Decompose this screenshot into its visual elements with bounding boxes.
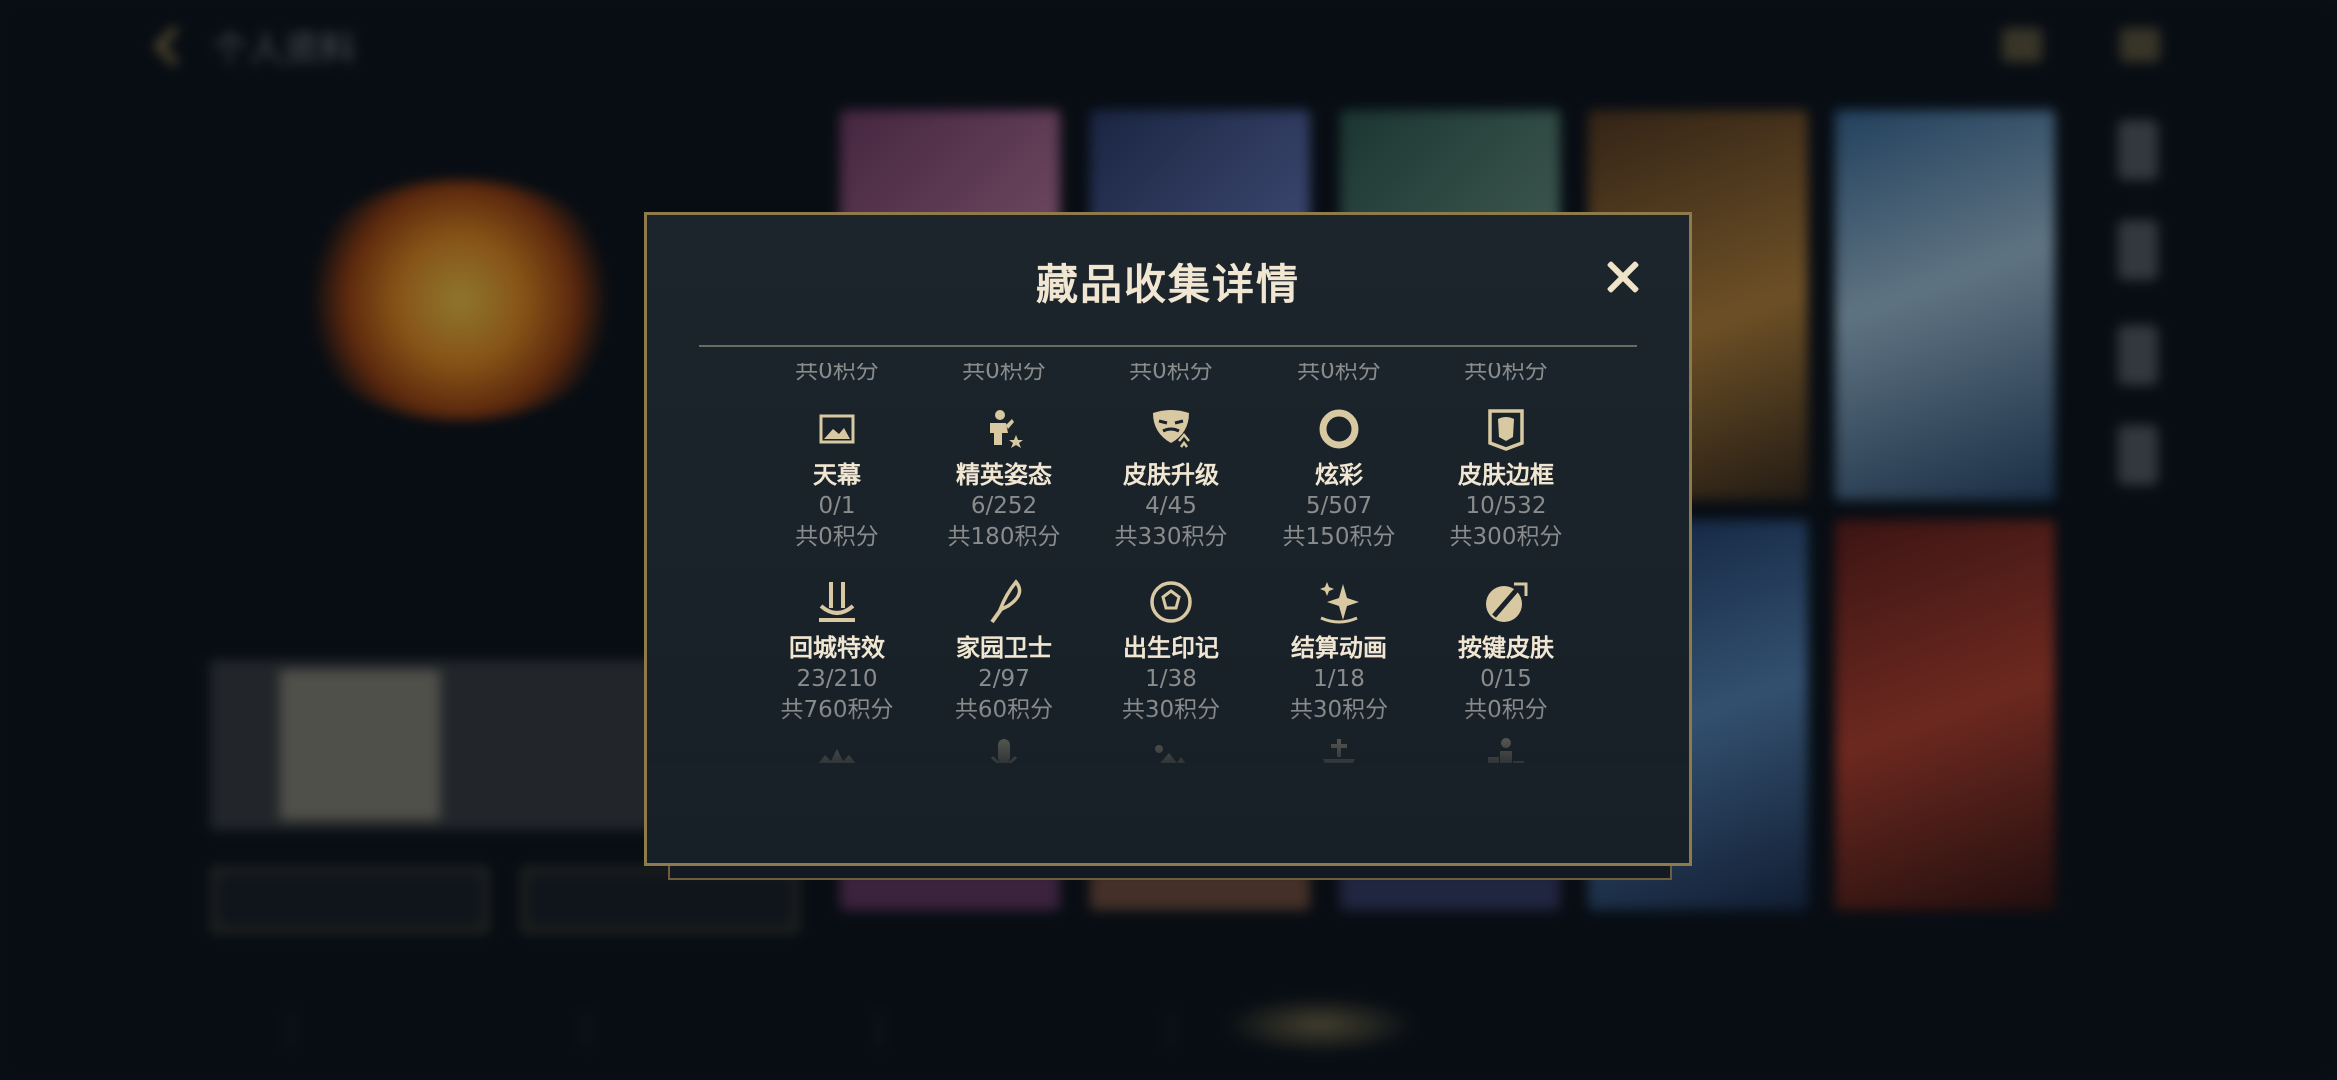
item-points: 共0积分 — [795, 524, 879, 550]
item-count: 0/1 — [818, 493, 856, 519]
collection-item[interactable]: 家园卫士 2/97 共60积分 — [920, 576, 1088, 726]
collection-item[interactable]: 皮肤升级 4/45 共330积分 — [1087, 403, 1255, 553]
item-count: 10/532 — [1465, 493, 1547, 519]
ring-icon — [1313, 403, 1365, 455]
item-points: 共760积分 — [780, 697, 894, 723]
microphone-icon[interactable] — [920, 735, 1088, 763]
mask-upgrade-icon — [1145, 403, 1197, 455]
item-name: 回城特效 — [789, 634, 885, 662]
quill-icon — [978, 576, 1030, 628]
item-name: 按键皮肤 — [1458, 634, 1554, 662]
item-name: 出生印记 — [1123, 634, 1219, 662]
item-points: 共180积分 — [947, 524, 1061, 550]
collection-item[interactable]: 精英姿态 6/252 共180积分 — [920, 403, 1088, 553]
item-count: 5/507 — [1305, 493, 1373, 519]
item-name: 家园卫士 — [956, 634, 1052, 662]
item-count: 0/15 — [1480, 666, 1532, 692]
item-name: 天幕 — [813, 461, 861, 489]
modal-bottom-ledge — [668, 866, 1672, 880]
item-count: 23/210 — [796, 666, 878, 692]
item-points: 共330积分 — [1114, 524, 1228, 550]
pedestal-icon[interactable] — [1255, 735, 1423, 763]
recall-effect-icon — [811, 576, 863, 628]
birth-mark-icon — [1145, 576, 1197, 628]
row-points-cut: 共0积分 — [1297, 363, 1381, 384]
row-points-cut: 共0积分 — [962, 363, 1046, 384]
collection-details-modal: 藏品收集详情 共0积分 共0积分 共0积分 共0积分 共0积分 天幕 0/1 共… — [644, 212, 1692, 866]
item-count: 4/45 — [1145, 493, 1197, 519]
portrait-frame-icon — [1480, 403, 1532, 455]
collection-grid[interactable]: 共0积分 共0积分 共0积分 共0积分 共0积分 天幕 0/1 共0积分 精英姿… — [647, 363, 1689, 763]
item-name: 炫彩 — [1315, 461, 1363, 489]
landscape-icon[interactable] — [1087, 735, 1255, 763]
collection-item[interactable]: 按键皮肤 0/15 共0积分 — [1422, 576, 1590, 726]
row-points-cut: 共0积分 — [1464, 363, 1548, 384]
collection-item[interactable]: 结算动画 1/18 共30积分 — [1255, 576, 1423, 726]
item-points: 共300积分 — [1449, 524, 1563, 550]
sparkle-icon — [1313, 576, 1365, 628]
item-points: 共60积分 — [954, 697, 1054, 723]
item-name: 结算动画 — [1291, 634, 1387, 662]
collection-item[interactable]: 出生印记 1/38 共30积分 — [1087, 576, 1255, 726]
elite-pose-icon — [978, 403, 1030, 455]
item-count: 1/18 — [1313, 666, 1365, 692]
item-points: 共30积分 — [1289, 697, 1389, 723]
sword-badge-icon — [1480, 576, 1532, 628]
item-name: 精英姿态 — [956, 461, 1052, 489]
image-frame-icon — [811, 403, 863, 455]
close-icon[interactable] — [1603, 257, 1643, 297]
item-count: 1/38 — [1145, 666, 1197, 692]
row-points-cut: 共0积分 — [795, 363, 879, 384]
collection-item[interactable]: 回城特效 23/210 共760积分 — [753, 576, 921, 726]
modal-title: 藏品收集详情 — [1035, 260, 1300, 309]
item-count: 2/97 — [978, 666, 1030, 692]
collection-item[interactable]: 炫彩 5/507 共150积分 — [1255, 403, 1423, 553]
row-points-cut: 共0积分 — [1129, 363, 1213, 384]
item-points: 共150积分 — [1282, 524, 1396, 550]
collection-item[interactable]: 天幕 0/1 共0积分 — [753, 403, 921, 553]
item-points: 共30积分 — [1121, 697, 1221, 723]
item-name: 皮肤升级 — [1123, 461, 1219, 489]
title-divider — [699, 345, 1637, 347]
collection-item[interactable]: 皮肤边框 10/532 共300积分 — [1422, 403, 1590, 553]
item-name: 皮肤边框 — [1458, 461, 1554, 489]
podium-icon[interactable] — [1422, 735, 1590, 763]
item-points: 共0积分 — [1464, 697, 1548, 723]
crown-icon[interactable] — [753, 735, 921, 763]
item-count: 6/252 — [970, 493, 1038, 519]
